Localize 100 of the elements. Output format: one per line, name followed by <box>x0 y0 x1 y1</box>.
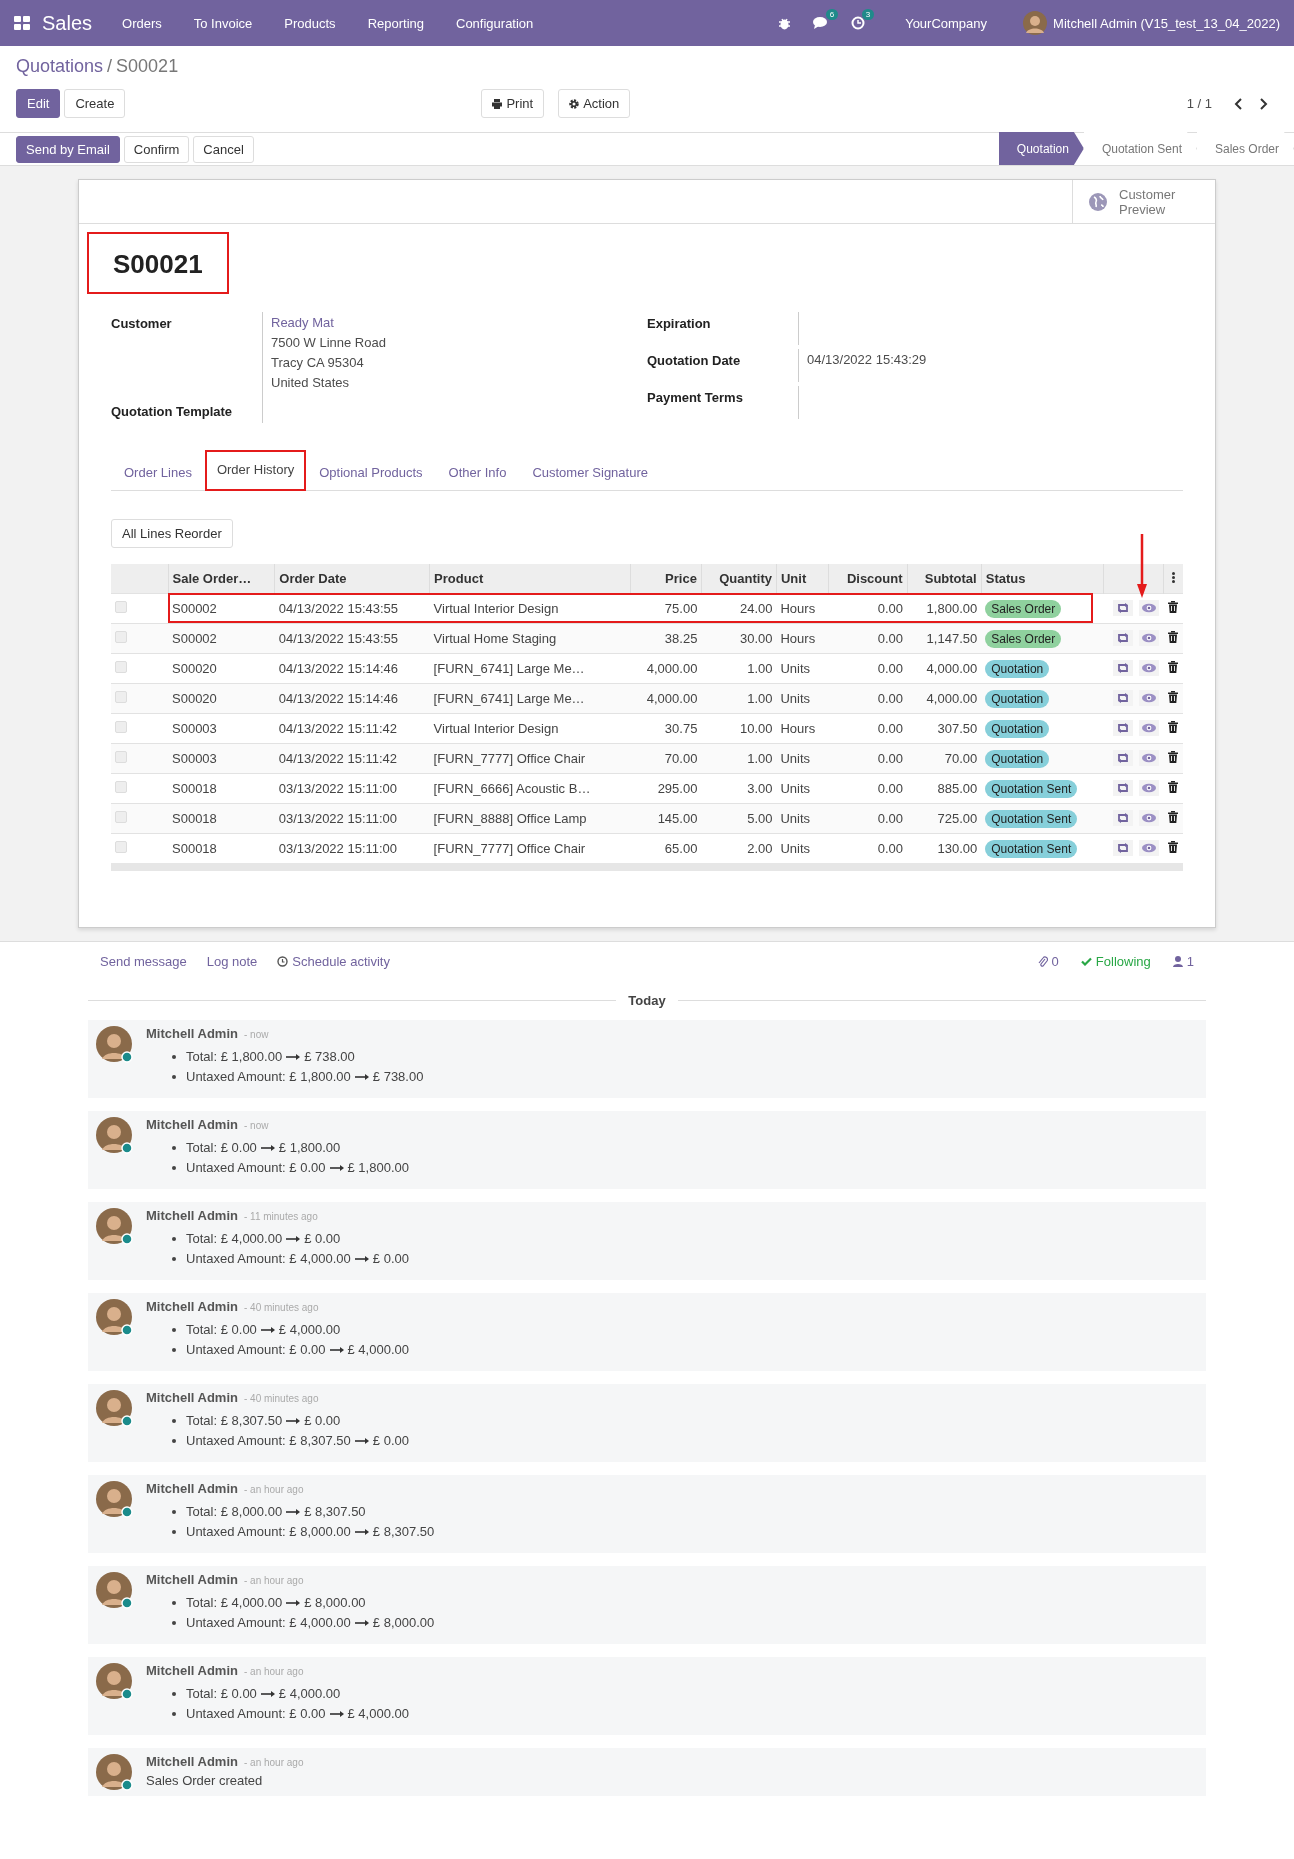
column-header[interactable]: Status <box>981 564 1103 593</box>
row-checkbox[interactable] <box>115 810 127 823</box>
row-checkbox[interactable] <box>115 660 127 673</box>
table-cell: Virtual Interior Design <box>433 600 559 616</box>
row-checkbox[interactable] <box>115 600 127 613</box>
customer-preview-button[interactable]: Customer Preview <box>1072 180 1215 223</box>
eye-icon[interactable] <box>1142 783 1156 793</box>
eye-icon[interactable] <box>1142 663 1156 673</box>
attachment-count[interactable]: 0 <box>1051 954 1059 969</box>
previous-icon[interactable] <box>1234 97 1242 110</box>
action-button[interactable]: Action <box>558 89 631 118</box>
trash-icon[interactable] <box>1168 840 1178 853</box>
row-checkbox[interactable] <box>115 690 127 703</box>
message-author[interactable]: Mitchell Admin <box>146 1390 238 1405</box>
log-note-link[interactable]: Log note <box>206 954 258 969</box>
repeat-icon[interactable] <box>1116 693 1130 703</box>
row-checkbox[interactable] <box>115 750 127 763</box>
eye-icon[interactable] <box>1142 603 1156 613</box>
message-author[interactable]: Mitchell Admin <box>146 1026 238 1041</box>
repeat-icon[interactable] <box>1116 813 1130 823</box>
repeat-icon[interactable] <box>1116 603 1130 613</box>
menu-item[interactable]: Reporting <box>367 15 424 31</box>
column-header[interactable]: Subtotal <box>907 564 982 593</box>
bug-icon[interactable] <box>778 16 792 30</box>
row-checkbox[interactable] <box>115 780 127 793</box>
tracking-value: £ 738.00 <box>372 1068 424 1086</box>
header-button[interactable]: Confirm <box>123 135 190 163</box>
trash-icon[interactable] <box>1168 750 1178 763</box>
trash-icon[interactable] <box>1168 810 1178 823</box>
company-switcher[interactable]: YourCompany <box>905 15 988 31</box>
eye-icon[interactable] <box>1142 813 1156 823</box>
table-cell: 4,000.00 <box>926 690 978 706</box>
column-header[interactable]: Sale Order… <box>168 564 275 593</box>
menu-item[interactable]: To Invoice <box>193 15 253 31</box>
trash-icon[interactable] <box>1168 690 1178 703</box>
user-menu[interactable]: Mitchell Admin (V15_test_13_04_2022) <box>1053 15 1280 31</box>
reorder-button[interactable]: All Lines Reorder <box>111 519 233 548</box>
trash-icon[interactable] <box>1168 780 1178 793</box>
column-header[interactable]: Order Date <box>274 564 430 593</box>
message-author[interactable]: Mitchell Admin <box>146 1754 238 1769</box>
paperclip-icon[interactable] <box>1037 955 1048 968</box>
column-header[interactable]: Quantity <box>701 564 777 593</box>
column-header[interactable]: Discount <box>828 564 907 593</box>
next-icon[interactable] <box>1260 97 1268 110</box>
clock-icon[interactable] <box>851 16 866 30</box>
eye-icon[interactable] <box>1142 753 1156 763</box>
tab[interactable]: Optional Products <box>306 453 436 491</box>
apps-menu-icon[interactable] <box>14 16 30 30</box>
repeat-icon[interactable] <box>1116 783 1130 793</box>
schedule-activity-link[interactable]: Schedule activity <box>292 954 390 969</box>
create-button[interactable]: Create <box>64 89 126 118</box>
tab[interactable]: Customer Signature <box>519 453 661 491</box>
eye-icon[interactable] <box>1142 723 1156 733</box>
kebab-icon[interactable] <box>1171 571 1175 583</box>
eye-icon[interactable] <box>1142 693 1156 703</box>
menu-item[interactable]: Products <box>284 15 336 31</box>
trash-icon[interactable] <box>1168 720 1178 733</box>
repeat-icon[interactable] <box>1116 633 1130 643</box>
menu-item[interactable]: Orders <box>122 15 162 31</box>
column-header[interactable]: Price <box>630 564 702 593</box>
breadcrumb-link[interactable]: Quotations <box>16 56 104 77</box>
header-button[interactable]: Cancel <box>193 135 254 163</box>
menu-item[interactable]: Configuration <box>456 15 534 31</box>
print-button[interactable]: Print <box>481 89 545 118</box>
repeat-icon[interactable] <box>1116 843 1130 854</box>
message-author[interactable]: Mitchell Admin <box>146 1481 238 1496</box>
repeat-icon[interactable] <box>1116 723 1130 733</box>
tab[interactable]: Other Info <box>435 453 520 491</box>
chat-icon[interactable] <box>813 16 830 30</box>
app-title[interactable]: Sales <box>42 11 93 35</box>
tab[interactable]: Order Lines <box>111 453 205 491</box>
message-author[interactable]: Mitchell Admin <box>146 1663 238 1678</box>
repeat-icon[interactable] <box>1116 663 1130 673</box>
edit-button[interactable]: Edit <box>16 89 61 118</box>
user-icon[interactable] <box>1172 956 1183 967</box>
avatar[interactable] <box>1023 11 1048 35</box>
eye-icon[interactable] <box>1142 843 1156 854</box>
trash-icon[interactable] <box>1168 660 1178 673</box>
message-author[interactable]: Mitchell Admin <box>146 1117 238 1132</box>
row-checkbox[interactable] <box>115 840 127 853</box>
avatar <box>96 1572 134 1610</box>
eye-icon[interactable] <box>1142 633 1156 643</box>
trash-icon[interactable] <box>1168 600 1178 613</box>
column-header[interactable]: Unit <box>776 564 829 593</box>
follower-count[interactable]: 1 <box>1186 954 1194 969</box>
following-button[interactable]: Following <box>1095 954 1151 969</box>
message-author[interactable]: Mitchell Admin <box>146 1572 238 1587</box>
tab[interactable]: Order History <box>204 450 307 491</box>
customer-link[interactable]: Ready Mat <box>271 316 639 330</box>
message-author[interactable]: Mitchell Admin <box>146 1208 238 1223</box>
row-checkbox[interactable] <box>115 630 127 643</box>
repeat-icon[interactable] <box>1116 753 1130 763</box>
trash-icon[interactable] <box>1168 630 1178 643</box>
status-stage[interactable]: Quotation <box>998 132 1084 165</box>
message-author[interactable]: Mitchell Admin <box>146 1299 238 1314</box>
message-time: - an hour ago <box>243 1757 304 1768</box>
column-header[interactable]: Product <box>429 564 631 593</box>
send-message-link[interactable]: Send message <box>100 954 187 969</box>
header-button[interactable]: Send by Email <box>16 135 120 163</box>
row-checkbox[interactable] <box>115 720 127 733</box>
